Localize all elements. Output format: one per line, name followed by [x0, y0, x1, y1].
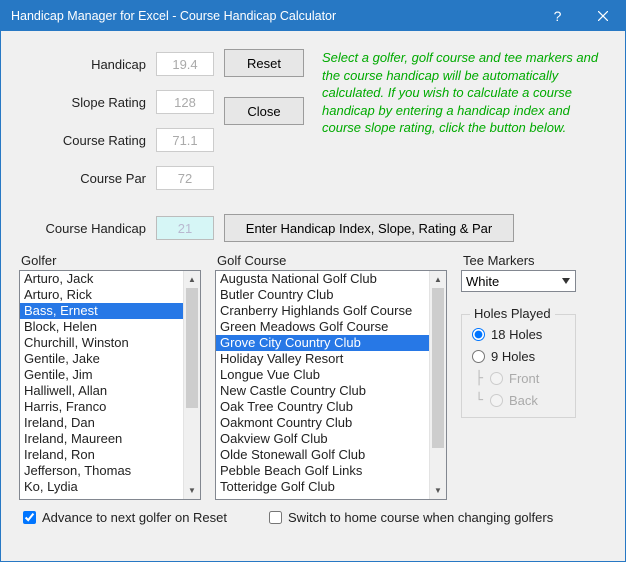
scroll-up-icon[interactable]: ▲	[184, 271, 200, 288]
course-handicap-output	[156, 216, 214, 240]
top-area: Handicap Slope Rating Course Rating Cour…	[19, 45, 607, 197]
window-title: Handicap Manager for Excel - Course Hand…	[11, 9, 535, 23]
dialog-body: Handicap Slope Rating Course Rating Cour…	[1, 31, 625, 561]
golfer-listbox[interactable]: Arturo, JackArturo, RickBass, ErnestBloc…	[19, 270, 201, 500]
course-list-item[interactable]: Butler Country Club	[216, 287, 429, 303]
close-button[interactable]: Close	[224, 97, 304, 125]
scroll-down-icon[interactable]: ▼	[430, 482, 446, 499]
scroll-down-icon[interactable]: ▼	[184, 482, 200, 499]
golf-course-label: Golf Course	[215, 253, 447, 268]
right-column: Tee Markers White Holes Played 18 Holes	[461, 253, 576, 500]
dialog-window: Handicap Manager for Excel - Course Hand…	[0, 0, 626, 562]
golfer-list-item[interactable]: Gentile, Jake	[20, 351, 183, 367]
chevron-down-icon	[557, 271, 575, 291]
course-par-input[interactable]	[156, 166, 214, 190]
course-list-item[interactable]: Olde Stonewall Golf Club	[216, 447, 429, 463]
course-handicap-label: Course Handicap	[19, 221, 156, 236]
slope-rating-label: Slope Rating	[19, 95, 156, 110]
help-text: Select a golfer, golf course and tee mar…	[322, 45, 607, 197]
course-par-label: Course Par	[19, 171, 156, 186]
tee-markers-value: White	[466, 274, 499, 289]
holes-back-label: Back	[509, 393, 538, 408]
course-list-item[interactable]: Cranberry Highlands Golf Course	[216, 303, 429, 319]
course-scrollbar[interactable]: ▲ ▼	[429, 271, 446, 499]
golfer-list-item[interactable]: Ko, Lydia	[20, 479, 183, 495]
holes-9-radio[interactable]: 9 Holes	[470, 345, 567, 367]
holes-9-radio-input[interactable]	[472, 350, 485, 363]
lists-area: Golfer Arturo, JackArturo, RickBass, Ern…	[19, 253, 607, 500]
handicap-input[interactable]	[156, 52, 214, 76]
course-list-item[interactable]: Grove City Country Club	[216, 335, 429, 351]
golfer-scroll-thumb[interactable]	[186, 288, 198, 408]
golf-course-listbox[interactable]: Augusta National Golf ClubButler Country…	[215, 270, 447, 500]
course-list-item[interactable]: New Castle Country Club	[216, 383, 429, 399]
tee-markers-select[interactable]: White	[461, 270, 576, 292]
tee-markers-label: Tee Markers	[461, 253, 576, 268]
holes-played-legend: Holes Played	[470, 306, 555, 321]
golfer-list-item[interactable]: Ireland, Ron	[20, 447, 183, 463]
holes-back-radio: └ Back	[470, 389, 567, 411]
close-icon	[598, 11, 608, 21]
golfer-list-item[interactable]: Harris, Franco	[20, 399, 183, 415]
titlebar-help-button[interactable]: ?	[535, 1, 580, 31]
titlebar-close-button[interactable]	[580, 1, 625, 31]
switch-home-label: Switch to home course when changing golf…	[288, 510, 553, 525]
holes-front-radio: ├ Front	[470, 367, 567, 389]
course-list-item[interactable]: Green Meadows Golf Course	[216, 319, 429, 335]
holes-back-radio-input	[490, 394, 503, 407]
course-rating-input[interactable]	[156, 128, 214, 152]
golfer-list-item[interactable]: Halliwell, Allan	[20, 383, 183, 399]
golfer-list-item[interactable]: Ireland, Maureen	[20, 431, 183, 447]
holes-18-label: 18 Holes	[491, 327, 542, 342]
titlebar: Handicap Manager for Excel - Course Hand…	[1, 1, 625, 31]
holes-played-group: Holes Played 18 Holes 9 Holes ├ Front	[461, 314, 576, 418]
course-list-item[interactable]: Pebble Beach Golf Links	[216, 463, 429, 479]
button-column: Reset Close	[224, 45, 312, 197]
bottom-row: Advance to next golfer on Reset Switch t…	[19, 510, 607, 525]
golfer-list-item[interactable]: Churchill, Winston	[20, 335, 183, 351]
golfer-list-item[interactable]: Bass, Ernest	[20, 303, 183, 319]
advance-next-checkbox-input[interactable]	[23, 511, 36, 524]
course-scroll-thumb[interactable]	[432, 288, 444, 448]
course-list-item[interactable]: Totteridge Golf Club	[216, 479, 429, 495]
golfer-list-item[interactable]: Block, Helen	[20, 319, 183, 335]
switch-home-checkbox[interactable]: Switch to home course when changing golf…	[267, 510, 553, 525]
advance-next-label: Advance to next golfer on Reset	[42, 510, 227, 525]
course-list-item[interactable]: Oak Tree Country Club	[216, 399, 429, 415]
reset-button[interactable]: Reset	[224, 49, 304, 77]
golfer-list-item[interactable]: Arturo, Rick	[20, 287, 183, 303]
scroll-up-icon[interactable]: ▲	[430, 271, 446, 288]
switch-home-checkbox-input[interactable]	[269, 511, 282, 524]
course-list-item[interactable]: Augusta National Golf Club	[216, 271, 429, 287]
course-list-item[interactable]: Longue Vue Club	[216, 367, 429, 383]
holes-front-radio-input	[490, 372, 503, 385]
course-list-item[interactable]: Oakmont Country Club	[216, 415, 429, 431]
golfer-list-item[interactable]: Jefferson, Thomas	[20, 463, 183, 479]
golfer-list-item[interactable]: Ireland, Dan	[20, 415, 183, 431]
course-rating-label: Course Rating	[19, 133, 156, 148]
holes-9-label: 9 Holes	[491, 349, 535, 364]
golfer-scrollbar[interactable]: ▲ ▼	[183, 271, 200, 499]
slope-rating-input[interactable]	[156, 90, 214, 114]
holes-front-label: Front	[509, 371, 539, 386]
holes-18-radio-input[interactable]	[472, 328, 485, 341]
enter-handicap-index-button[interactable]: Enter Handicap Index, Slope, Rating & Pa…	[224, 214, 514, 242]
golfer-label: Golfer	[19, 253, 201, 268]
advance-next-checkbox[interactable]: Advance to next golfer on Reset	[21, 510, 227, 525]
course-list-item[interactable]: Oakview Golf Club	[216, 431, 429, 447]
golfer-list-item[interactable]: Arturo, Jack	[20, 271, 183, 287]
golfer-list-item[interactable]: Gentile, Jim	[20, 367, 183, 383]
field-column: Handicap Slope Rating Course Rating Cour…	[19, 45, 214, 197]
holes-18-radio[interactable]: 18 Holes	[470, 323, 567, 345]
handicap-label: Handicap	[19, 57, 156, 72]
course-list-item[interactable]: Holiday Valley Resort	[216, 351, 429, 367]
